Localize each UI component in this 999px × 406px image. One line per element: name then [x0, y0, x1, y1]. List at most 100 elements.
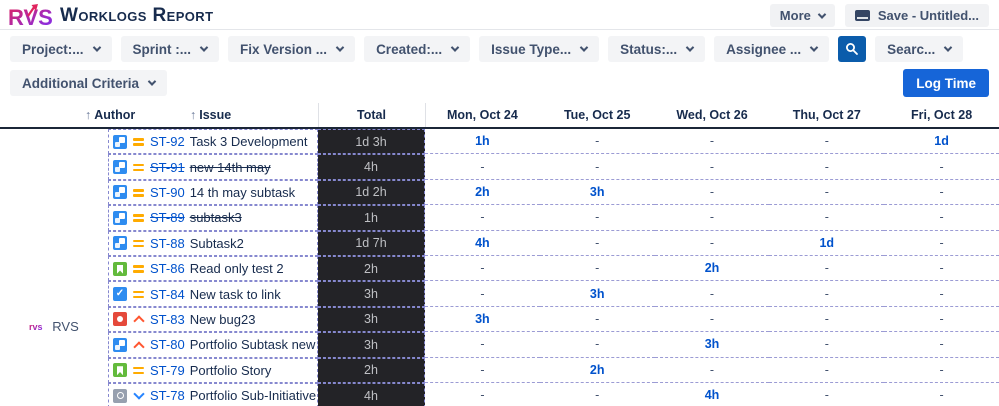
issue-key-link[interactable]: ST-92 [150, 134, 185, 149]
rvs-mini-logo-icon: rvs [29, 322, 43, 332]
worklog-cell: - [884, 383, 999, 406]
issue-summary: Read only test 2 [189, 261, 284, 277]
worklog-cell: - [769, 129, 885, 155]
table-row: ST-88 Subtask2 1d 7h 4h - -1d - [108, 230, 999, 256]
issue-key-link[interactable]: ST-86 [150, 261, 185, 276]
filter-issue-type-label: Issue Type... [491, 41, 572, 57]
additional-criteria-button[interactable]: Additional Criteria [10, 70, 168, 96]
worklog-cell[interactable]: 3h [425, 307, 540, 333]
worklog-cell[interactable]: 4h [425, 231, 540, 256]
worklog-cell[interactable]: 4h [655, 383, 770, 406]
worklog-cell[interactable]: 1h [425, 129, 540, 155]
worklog-cell: - [425, 205, 540, 231]
issue-key-link[interactable]: ST-91 [150, 160, 185, 175]
worklog-cell[interactable]: 1d [769, 231, 885, 256]
total-cell: 3h [318, 332, 425, 358]
filter-search-text-button[interactable]: Searc... [875, 36, 964, 62]
worklog-cell: - [654, 281, 770, 307]
worklog-cell: - [884, 180, 999, 206]
table-row: ST-86 Read only test 2 2h - -2h - - [108, 255, 999, 282]
worklog-cell: - [654, 205, 770, 231]
total-cell: 1d 2h [318, 179, 425, 206]
worklog-cell: - [654, 180, 770, 206]
log-time-button[interactable]: Log Time [903, 69, 989, 97]
issue-cell: ST-91 new 14th may [108, 154, 318, 180]
issue-cell: ST-89 subtask3 [108, 205, 318, 231]
filter-assignee-button[interactable]: Assignee ... [714, 36, 830, 62]
filter-status-button[interactable]: Status:... [608, 36, 706, 62]
more-button[interactable]: More [769, 4, 835, 27]
worklog-cell: - [425, 358, 540, 383]
subtask-type-icon [113, 134, 127, 149]
filter-fix-version-label: Fix Version ... [240, 41, 328, 57]
issue-cell: ST-92 Task 3 Development [108, 129, 318, 155]
worklog-cell[interactable]: 2h [654, 256, 770, 282]
worklog-cell: - [769, 307, 885, 333]
author-column-header[interactable]: ↑ Author [85, 108, 135, 122]
issue-summary: new 14th may [189, 159, 271, 175]
filter-assignee-label: Assignee ... [726, 41, 802, 57]
worklog-cell[interactable]: 3h [539, 281, 655, 307]
bug-type-icon [113, 312, 127, 327]
table-row: ST-91 new 14th may 4h - - - - - [108, 154, 999, 180]
issue-key-link[interactable]: ST-90 [150, 185, 185, 200]
filter-sprint-button[interactable]: Sprint :... [120, 36, 220, 62]
priority-medium-icon [132, 161, 145, 174]
priority-medium-icon [132, 135, 145, 148]
priority-medium-icon [132, 211, 145, 224]
issue-key-link[interactable]: ST-84 [150, 287, 185, 302]
issue-key-link[interactable]: ST-78 [150, 388, 185, 403]
rows-container: ST-92 Task 3 Development 1d 3h 1h - - -1d ST-91… [108, 129, 999, 406]
worklog-cell[interactable]: 2h [539, 358, 655, 383]
total-column-header: Total [357, 108, 386, 122]
issue-key-link[interactable]: ST-79 [150, 363, 185, 378]
worklog-cell[interactable]: 3h [539, 180, 655, 206]
save-button[interactable]: Save - Untitled... [844, 4, 989, 27]
worklogs-report-app: RVS Worklogs Report More Save - Untitled… [0, 0, 999, 406]
worklog-cell: - [654, 129, 770, 155]
worklog-cell: - [769, 180, 885, 206]
issue-key-link[interactable]: ST-88 [150, 236, 185, 251]
chevron-down-icon [809, 43, 819, 52]
filter-fix-version-button[interactable]: Fix Version ... [228, 36, 356, 62]
priority-low-icon [132, 389, 145, 402]
worklog-cell: - [539, 256, 655, 282]
subtask-type-icon [113, 210, 127, 225]
day-column-headers: Mon, Oct 24 Tue, Oct 25 Wed, Oct 26 Thu, Oc… [425, 108, 999, 122]
chevron-down-icon [147, 77, 157, 86]
table-row: ST-78 Portfolio Sub-Initiative 4h - -4h - - [108, 382, 999, 406]
worklog-cell: - [540, 383, 655, 406]
table-header: ↑ Author ↑ Issue Total Mon, Oct 24 Tue, Oct… [0, 103, 999, 129]
worklog-cell: - [539, 332, 655, 358]
worklog-cell: - [539, 205, 655, 231]
table-row: ST-80 Portfolio Subtask new 3h - -3h - - [108, 332, 999, 358]
worklog-cell: - [769, 383, 884, 406]
more-button-label: More [779, 8, 811, 23]
sort-arrow-icon: ↑ [190, 108, 197, 122]
filter-search-text-label: Searc... [887, 41, 936, 57]
total-cell: 2h [318, 255, 425, 282]
filter-created-button[interactable]: Created:... [364, 36, 471, 62]
subtask-type-icon [113, 337, 127, 352]
worklog-cell[interactable]: 1d [884, 129, 999, 155]
search-icon [846, 43, 859, 55]
subtask-type-icon [113, 160, 127, 175]
issue-key-link[interactable]: ST-89 [150, 210, 185, 225]
worklog-cell[interactable]: 3h [654, 332, 770, 358]
worklog-cell: - [884, 358, 999, 383]
chevron-down-icon [450, 43, 460, 52]
filter-bar: Project:... Sprint :... Fix Version ... Cre… [0, 30, 999, 66]
filter-project-button[interactable]: Project:... [10, 36, 112, 62]
rvs-logo-icon: RVS [8, 3, 52, 29]
sort-arrow-icon: ↑ [85, 108, 92, 122]
worklog-cell: - [769, 358, 885, 383]
chevron-down-icon [92, 43, 101, 52]
worklog-cell[interactable]: 2h [425, 180, 540, 206]
issue-key-link[interactable]: ST-80 [150, 337, 185, 352]
issue-key-link[interactable]: ST-83 [150, 312, 185, 327]
search-button[interactable] [838, 36, 867, 62]
issue-column-header[interactable]: ↑ Issue [190, 108, 231, 122]
issue-cell: ST-80 Portfolio Subtask new [108, 332, 318, 358]
filter-issue-type-button[interactable]: Issue Type... [479, 36, 600, 62]
task-type-icon [113, 287, 127, 302]
